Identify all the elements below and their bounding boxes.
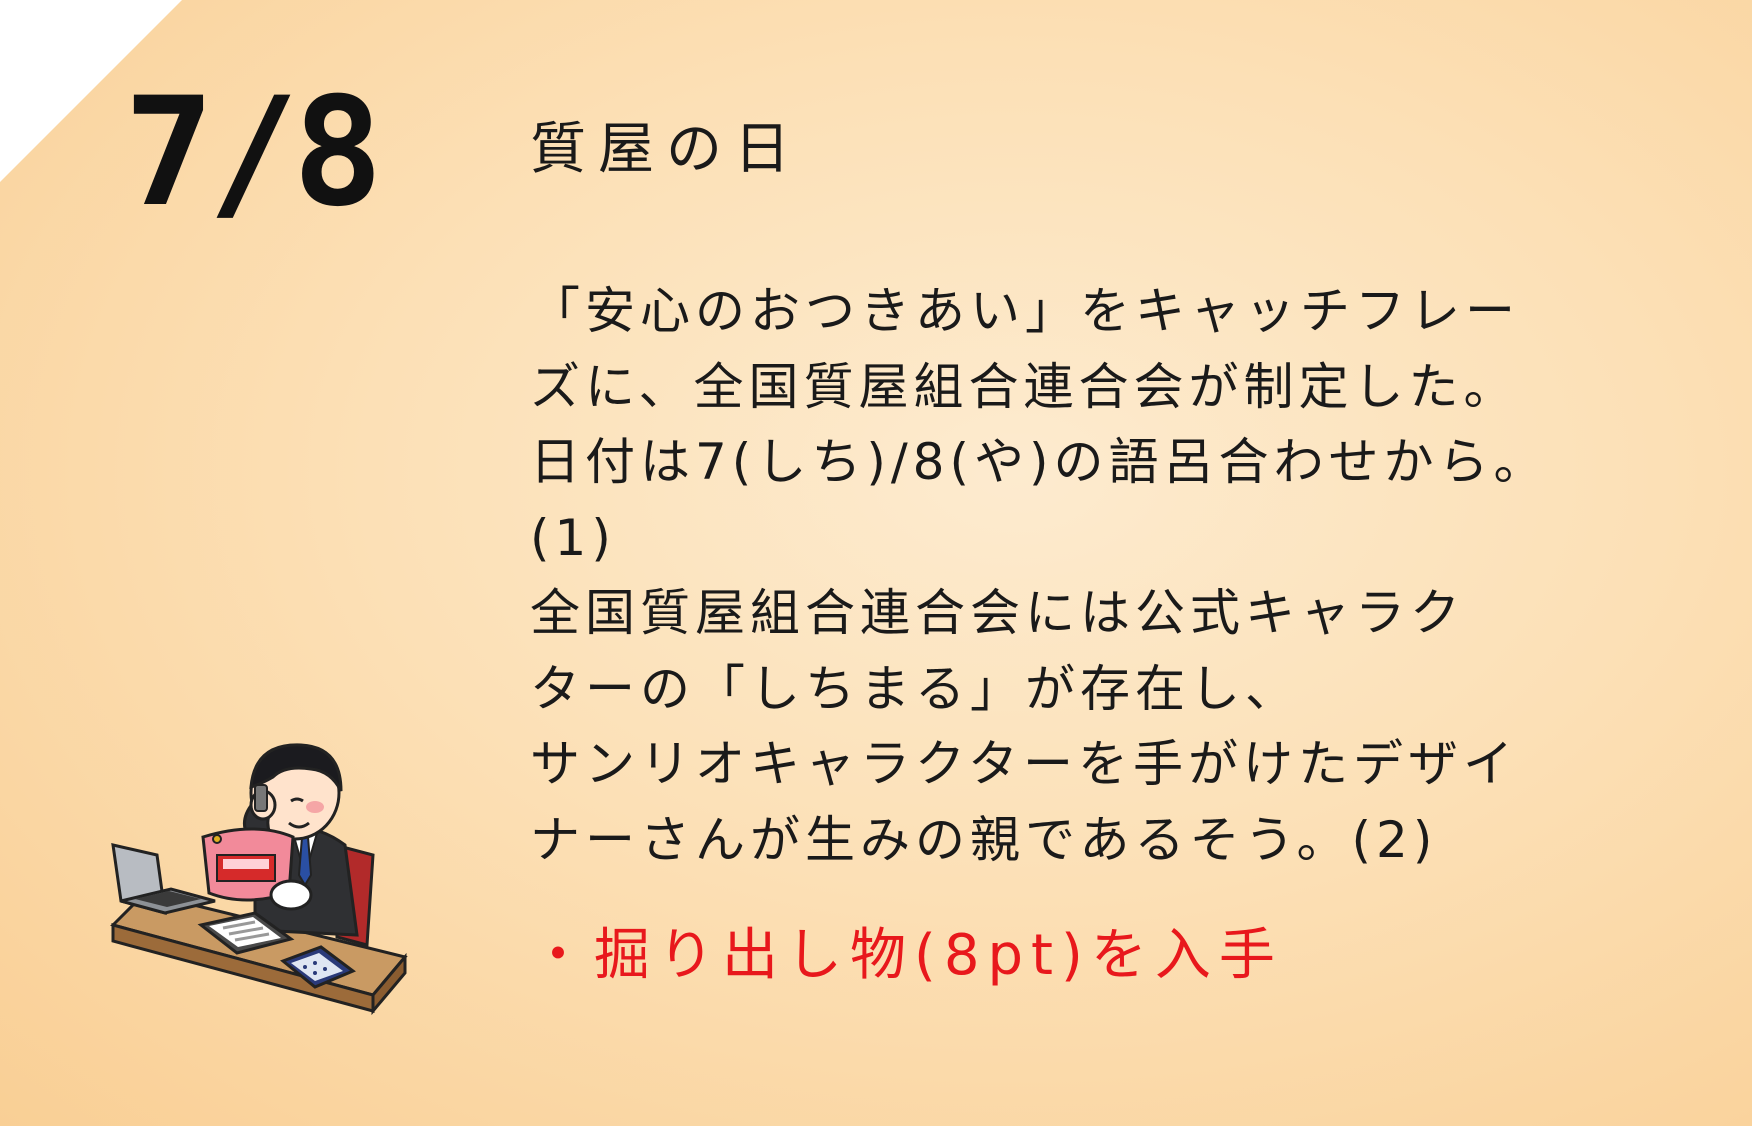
pawnbroker-illustration	[110, 743, 408, 1016]
date-label: 7/8	[124, 66, 383, 240]
description-line: ズに、全国質屋組合連合会が制定した。	[530, 357, 1519, 416]
description-line: 全国質屋組合連合会には公式キャラク	[530, 584, 1465, 642]
description-line: 日付は7(しち)/8(や)の語呂合わせから。	[530, 433, 1549, 491]
page-title: 質屋の日	[530, 117, 802, 182]
description-line: ターの「しちまる」が存在し、	[530, 659, 1300, 718]
description-text: 「安心のおつきあい」をキャッチフレー ズに、全国質屋組合連合会が制定した。 日付…	[530, 274, 1700, 878]
description-line: サンリオキャラクターを手がけたデザイ	[530, 735, 1518, 793]
laptop	[111, 843, 216, 916]
reward-text: ・掘り出し物(8pt)を入手	[530, 923, 1283, 988]
description-line: (1)	[530, 508, 616, 567]
description-line: 「安心のおつきあい」をキャッチフレー	[530, 282, 1520, 340]
description-line: ナーさんが生みの親であるそう。(2)	[530, 810, 1438, 869]
